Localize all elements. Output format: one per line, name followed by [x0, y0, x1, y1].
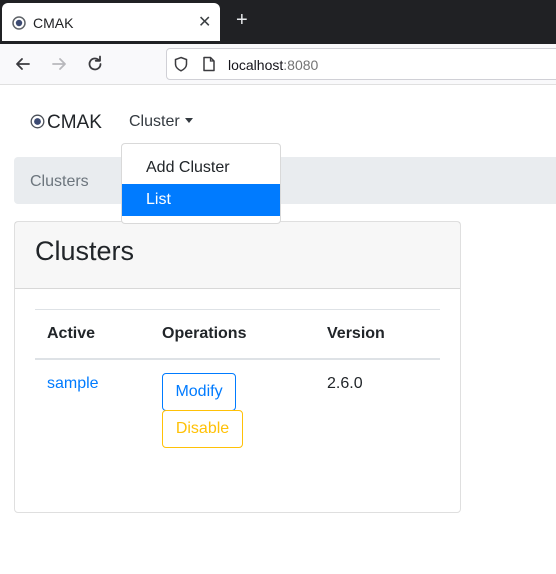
reload-icon[interactable] [84, 53, 106, 75]
cluster-dropdown-menu: Add Cluster List [121, 143, 281, 224]
table-header-divider [35, 358, 440, 360]
disable-button[interactable]: Disable [162, 410, 243, 448]
modify-button[interactable]: Modify [162, 373, 236, 411]
cluster-version: 2.6.0 [327, 375, 363, 392]
caret-down-icon [184, 118, 193, 123]
dropdown-item-add-cluster[interactable]: Add Cluster [122, 152, 280, 184]
cluster-menu-toggle[interactable]: Cluster [129, 113, 193, 131]
column-header-active: Active [47, 325, 96, 342]
forward-arrow-icon[interactable] [48, 53, 70, 75]
card-header: Clusters [15, 222, 460, 289]
cmak-favicon-icon [12, 16, 26, 30]
cmak-logo-icon [30, 114, 45, 129]
card-title: Clusters [35, 236, 135, 266]
shield-icon[interactable] [173, 56, 189, 72]
page-icon[interactable] [202, 56, 216, 72]
table-top-border [35, 309, 440, 310]
url-host: localhost [228, 57, 284, 73]
column-header-operations: Operations [162, 325, 247, 342]
browser-toolbar: localhost:8080 [0, 44, 556, 85]
cluster-link-sample[interactable]: sample [47, 375, 99, 393]
browser-tab[interactable]: CMAK ✕ [2, 3, 220, 41]
breadcrumb: Clusters [14, 157, 556, 204]
new-tab-button[interactable]: + [236, 10, 248, 30]
brand-link[interactable]: CMAK [30, 112, 102, 134]
address-bar[interactable]: localhost:8080 [166, 48, 556, 80]
clusters-card: Clusters Active Operations Version sampl… [14, 221, 461, 513]
url-port: :8080 [283, 57, 319, 73]
url-text[interactable]: localhost:8080 [228, 57, 318, 73]
dropdown-item-list[interactable]: List [122, 184, 280, 216]
close-icon[interactable]: ✕ [198, 12, 211, 32]
brand-text: CMAK [47, 112, 102, 133]
tab-title: CMAK [33, 15, 74, 31]
browser-tab-strip: CMAK ✕ + [0, 0, 556, 44]
breadcrumb-item-clusters: Clusters [30, 173, 89, 190]
column-header-version: Version [327, 325, 385, 342]
back-arrow-icon[interactable] [12, 53, 34, 75]
cluster-menu-label: Cluster [129, 113, 180, 130]
